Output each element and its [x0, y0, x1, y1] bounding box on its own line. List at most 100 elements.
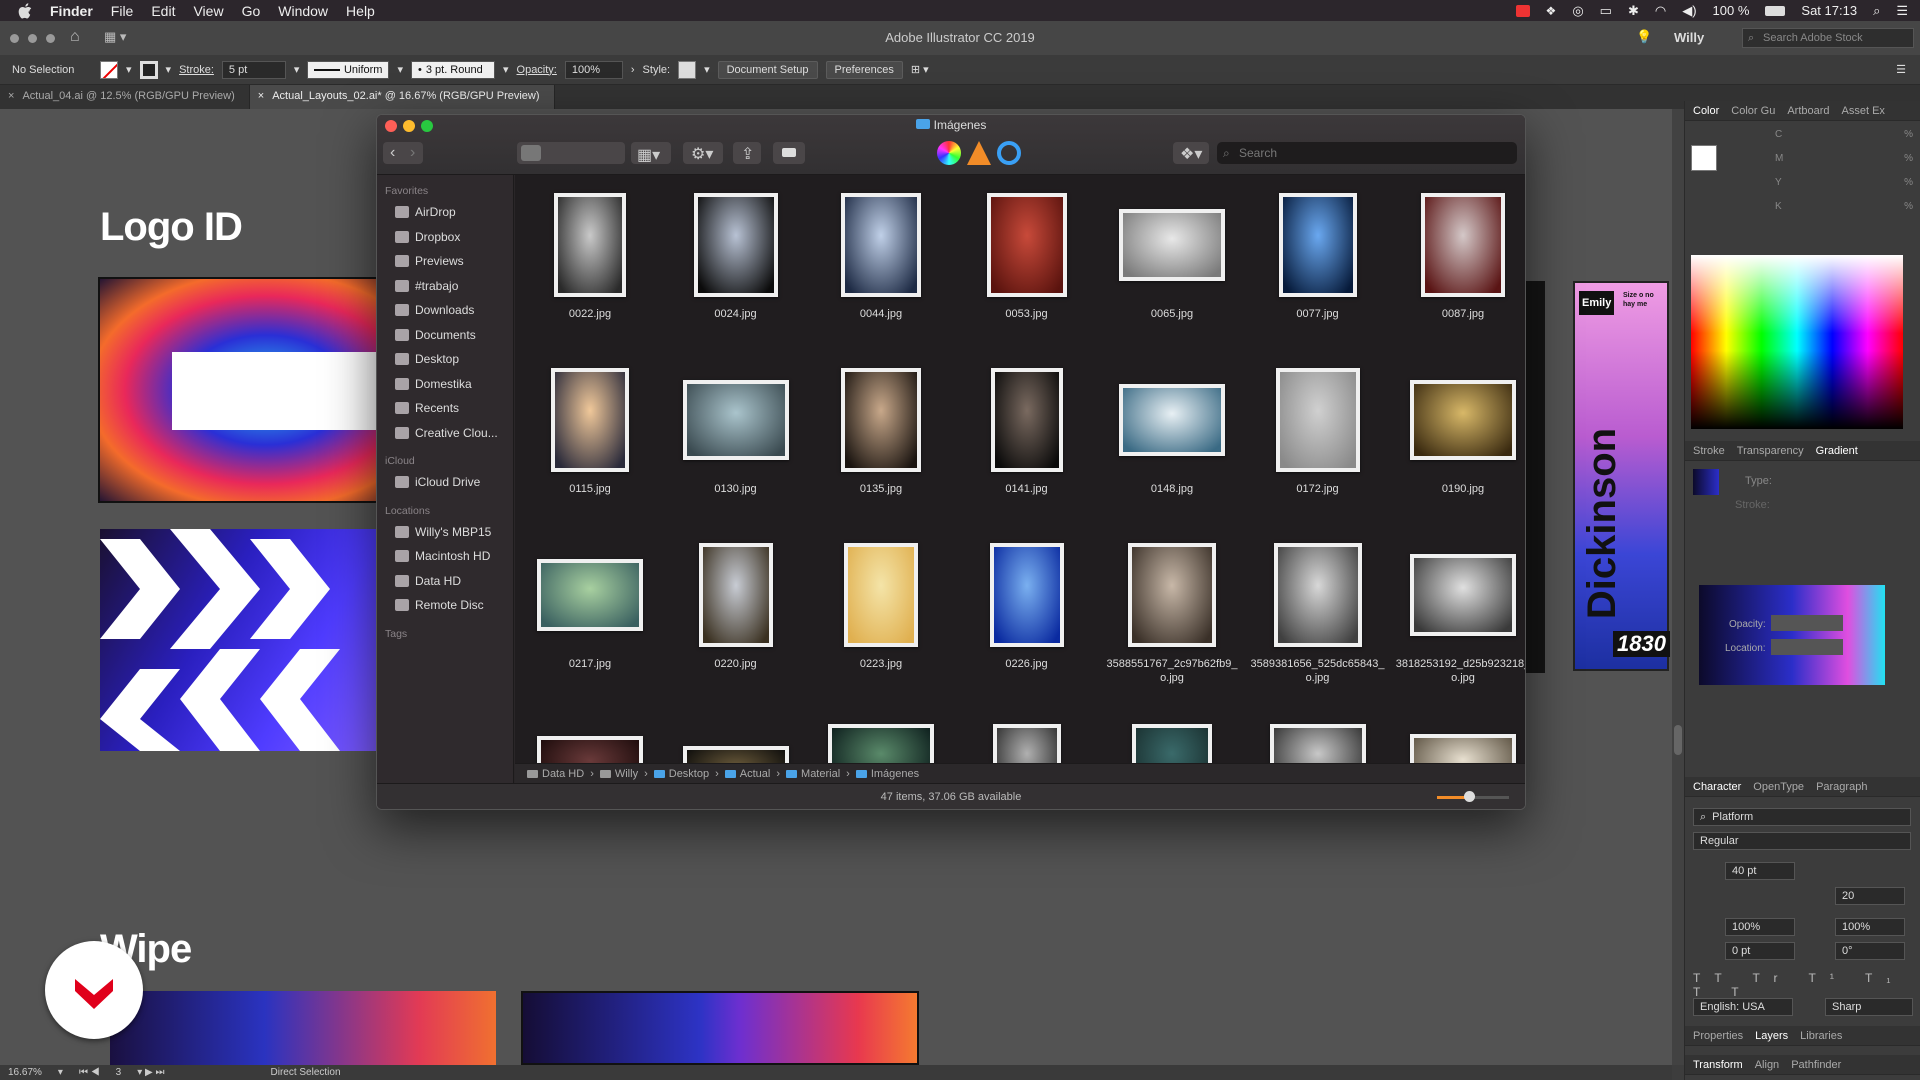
menu-window[interactable]: Window [278, 3, 328, 19]
file-item[interactable]: 0223.jpg [810, 539, 952, 671]
anti-aliasing-field[interactable]: Sharp [1825, 998, 1913, 1016]
lightbulb-icon[interactable]: 💡 [1636, 29, 1652, 45]
character-rotation-field[interactable]: 0° [1835, 942, 1905, 960]
file-item[interactable]: 3588551767_2c97b62fb9_o.jpg [1101, 539, 1243, 685]
zoom-level[interactable]: 16.67% [8, 1067, 42, 1078]
sidebar-item-dropbox[interactable]: Dropbox [377, 225, 513, 250]
tab-character[interactable]: Character [1693, 781, 1741, 793]
menu-go[interactable]: Go [242, 3, 261, 19]
baseline-shift-field[interactable]: 0 pt [1725, 942, 1795, 960]
artboard-nav-first-icon[interactable]: ⏮ ◀ [79, 1067, 100, 1078]
file-thumbnail[interactable] [693, 193, 778, 297]
artboard-nav-last-icon[interactable]: ▾ ▶ ⏭ [137, 1067, 164, 1078]
file-thumbnail[interactable] [992, 724, 1061, 763]
dropbox-toolbar-button[interactable]: ❖▾ [1173, 142, 1209, 164]
file-thumbnail[interactable] [1421, 193, 1505, 297]
menu-clock[interactable]: Sat 17:13 [1801, 3, 1857, 18]
preferences-button[interactable]: Preferences [825, 60, 903, 79]
menu-help[interactable]: Help [346, 3, 375, 19]
doc-tab-actual-04[interactable]: × Actual_04.ai @ 12.5% (RGB/GPU Preview) [0, 85, 250, 109]
sidebar-item-desktop[interactable]: Desktop [377, 347, 513, 372]
tab-opentype[interactable]: OpenType [1753, 781, 1804, 793]
finder-search-input[interactable]: ⌕ Search [1217, 142, 1517, 164]
tab-align[interactable]: Align [1755, 1059, 1779, 1071]
artboard-number[interactable]: 3 [116, 1067, 122, 1078]
file-thumbnail[interactable] [841, 368, 921, 472]
file-item[interactable]: 0141.jpg [956, 364, 1098, 496]
sidebar-item-willy-s-mbp15[interactable]: Willy's MBP15 [377, 520, 513, 545]
file-item[interactable] [1392, 714, 1525, 763]
doc-tab-actual-layouts-02[interactable]: × Actual_Layouts_02.ai* @ 16.67% (RGB/GPU… [249, 85, 555, 109]
file-thumbnail[interactable] [1275, 368, 1360, 472]
group-by-button[interactable]: ▦▾ [631, 142, 671, 164]
variable-width-profile[interactable]: Uniform [307, 60, 390, 79]
file-thumbnail[interactable] [841, 193, 921, 297]
fill-swatch[interactable] [100, 60, 118, 79]
tab-layers[interactable]: Layers [1755, 1030, 1788, 1042]
file-item[interactable]: 3589381656_525dc65843_o.jpg [1247, 539, 1389, 685]
bluetooth-icon[interactable]: ✱ [1628, 3, 1639, 19]
gradient-preview[interactable]: Opacity: Location: [1699, 585, 1885, 685]
tab-asset-export[interactable]: Asset Ex [1842, 105, 1885, 117]
file-thumbnail[interactable] [554, 193, 626, 297]
volume-icon[interactable]: ◀) [1682, 3, 1696, 19]
color-spectrum[interactable] [1691, 255, 1903, 429]
file-thumbnail[interactable] [1128, 543, 1216, 647]
file-item[interactable]: 0022.jpg [519, 189, 661, 321]
file-item[interactable]: 0130.jpg [665, 364, 807, 496]
close-icon[interactable]: × [258, 90, 264, 102]
sidebar-item-previews[interactable]: Previews [377, 249, 513, 274]
file-item[interactable] [956, 714, 1098, 763]
file-item[interactable]: 0217.jpg [519, 539, 661, 671]
opacity-arrow-icon[interactable]: › [631, 64, 635, 76]
path-segment[interactable]: Material [786, 768, 840, 780]
language-field[interactable]: English: USA [1693, 998, 1793, 1016]
document-setup-button[interactable]: Document Setup [717, 60, 818, 79]
icon-size-slider[interactable] [1437, 791, 1509, 802]
file-item[interactable]: 0115.jpg [519, 364, 661, 496]
airplay-icon[interactable]: ▭ [1600, 3, 1612, 19]
quicktime-app-icon[interactable] [997, 141, 1021, 165]
sidebar-item-creative-clou[interactable]: Creative Clou... [377, 421, 513, 446]
wipe-artboard-2[interactable] [521, 991, 919, 1065]
font-style-field[interactable]: Regular [1693, 832, 1911, 850]
gradient-opacity-field[interactable] [1771, 615, 1843, 631]
opacity-field[interactable]: 100% [564, 60, 623, 79]
profile-dropdown-icon[interactable]: ▾ [397, 63, 403, 76]
tab-stroke[interactable]: Stroke [1693, 445, 1725, 457]
icon-view-icon[interactable] [521, 145, 541, 161]
file-item[interactable]: 3818253192_d25b923218_o.jpg [1392, 539, 1525, 685]
file-thumbnail[interactable] [698, 543, 773, 647]
back-icon[interactable]: ‹ [390, 144, 395, 162]
file-item[interactable]: 0190.jpg [1392, 364, 1525, 496]
creative-cloud-icon[interactable] [1515, 4, 1530, 17]
file-thumbnail[interactable] [537, 559, 643, 631]
file-thumbnail[interactable] [1410, 734, 1516, 763]
stroke-label[interactable]: Stroke: [179, 64, 214, 76]
sidebar-item-trabajo[interactable]: #trabajo [377, 274, 513, 299]
sidebar-item-recents[interactable]: Recents [377, 396, 513, 421]
stroke-weight-field[interactable]: 5 pt [221, 60, 286, 79]
file-item[interactable] [1101, 714, 1243, 763]
scroll-thumb[interactable] [1674, 725, 1682, 755]
horizontal-scale-field[interactable]: 100% [1835, 918, 1905, 936]
stock-search-input[interactable]: ⌕ Search Adobe Stock [1742, 28, 1914, 48]
file-item[interactable] [519, 714, 661, 763]
sidebar-item-remote-disc[interactable]: Remote Disc [377, 593, 513, 618]
sidebar-item-downloads[interactable]: Downloads [377, 298, 513, 323]
file-thumbnail[interactable] [1278, 193, 1357, 297]
path-segment[interactable]: Actual [724, 768, 770, 780]
tab-libraries[interactable]: Libraries [1800, 1030, 1842, 1042]
file-item[interactable]: 0172.jpg [1247, 364, 1389, 496]
sync-icon[interactable]: ◎ [1572, 3, 1583, 19]
user-menu[interactable]: Willy [1674, 30, 1704, 45]
color-picker-app-icon[interactable] [937, 141, 961, 165]
brush-definition[interactable]: • 3 pt. Round [410, 60, 495, 79]
sidebar-item-airdrop[interactable]: AirDrop [377, 200, 513, 225]
tab-color[interactable]: Color [1693, 105, 1719, 117]
file-item[interactable]: 0065.jpg [1101, 189, 1243, 321]
tab-color-guide[interactable]: Color Gu [1731, 105, 1775, 117]
file-item[interactable]: 0220.jpg [665, 539, 807, 671]
gradient-swatch[interactable] [1693, 469, 1719, 495]
file-item[interactable]: 0077.jpg [1247, 189, 1389, 321]
